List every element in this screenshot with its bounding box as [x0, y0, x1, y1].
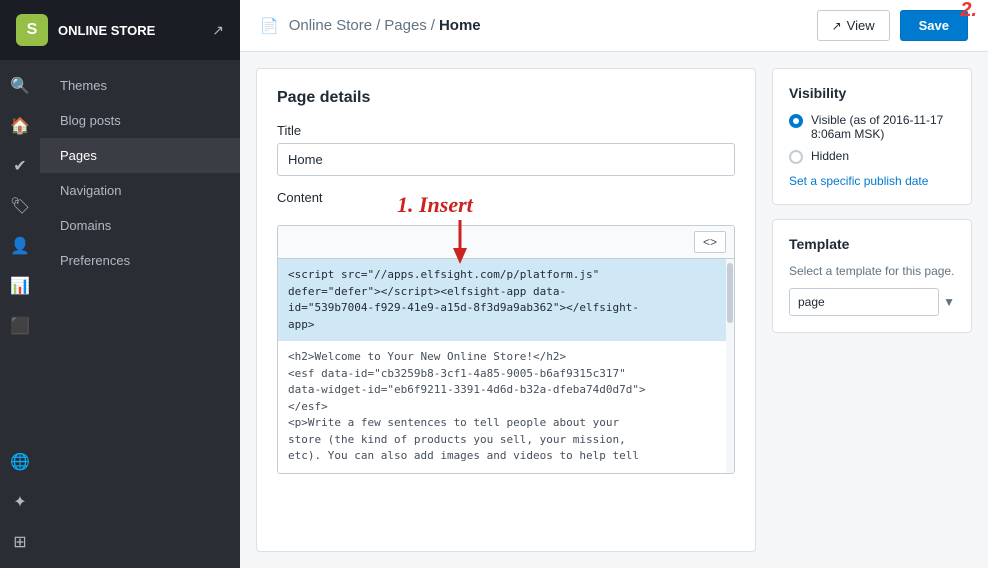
- sidebar-header[interactable]: S ONLINE STORE ↗: [0, 0, 240, 60]
- save-button[interactable]: Save 2.: [900, 10, 968, 41]
- page-details-card: Page details Title Content 1. Insert: [256, 68, 756, 552]
- template-select-wrap: page contact about ▼: [789, 288, 955, 316]
- topbar: 📄 Online Store / Pages / Home ↗ View Sav…: [240, 0, 988, 52]
- products-icon[interactable]: 🏷: [10, 188, 30, 224]
- line3: data-widget-id="eb6f9211-3391-4d6d-b32a-…: [288, 383, 646, 396]
- step-badge: 2.: [960, 0, 977, 22]
- publish-date-link[interactable]: Set a specific publish date: [789, 174, 955, 188]
- breadcrumb-current: Home: [439, 17, 481, 34]
- sidebar-item-domains[interactable]: Domains: [40, 208, 240, 243]
- sidebar-item-preferences[interactable]: Preferences: [40, 243, 240, 278]
- sidebar-item-themes[interactable]: Themes: [40, 68, 240, 103]
- editor-text-content[interactable]: <h2>Welcome to Your New Online Store!</h…: [278, 341, 734, 473]
- sidebar-item-pages[interactable]: Pages: [40, 138, 240, 173]
- content-label: Content: [277, 190, 735, 205]
- sidebar-item-navigation[interactable]: Navigation: [40, 173, 240, 208]
- title-form-group: Title: [277, 123, 735, 176]
- breadcrumb-pages[interactable]: Pages: [384, 17, 427, 34]
- view-button[interactable]: ↗ View: [817, 10, 890, 41]
- customers-icon[interactable]: 👤: [10, 228, 30, 264]
- template-title: Template: [789, 236, 955, 252]
- template-select[interactable]: page contact about: [789, 288, 939, 316]
- scrollbar-thumb: [727, 263, 733, 323]
- apps-icon[interactable]: ⊞: [13, 524, 26, 560]
- editor-scrollbar[interactable]: [726, 259, 734, 473]
- title-input[interactable]: [277, 143, 735, 176]
- hidden-radio[interactable]: [789, 150, 803, 164]
- line4: </esf>: [288, 400, 328, 413]
- external-link-icon[interactable]: ↗: [212, 22, 224, 39]
- sidebar-nav: Themes Blog posts Pages Navigation Domai…: [40, 60, 240, 568]
- line6: store (the kind of products you sell, yo…: [288, 433, 626, 446]
- content-area: Page details Title Content 1. Insert: [240, 52, 988, 568]
- breadcrumb-sep1: /: [376, 17, 380, 34]
- visibility-title: Visibility: [789, 85, 955, 101]
- line7: etc). You can also add images and videos…: [288, 449, 639, 462]
- select-arrow-icon: ▼: [943, 295, 955, 309]
- analytics-icon[interactable]: 📊: [10, 268, 30, 304]
- editor-code-area: <script src="//apps.elfsight.com/p/platf…: [278, 259, 734, 473]
- editor-toolbar: <>: [278, 226, 734, 259]
- globe-icon[interactable]: 🌐: [10, 444, 30, 480]
- left-icon-strip: 🔍 🏠 ✔ 🏷 👤 📊 ⬛ 🌐 ✦ ⊞: [0, 60, 40, 568]
- sidebar: S ONLINE STORE ↗ 🔍 🏠 ✔ 🏷 👤 📊 ⬛ 🌐 ✦ ⊞ The…: [0, 0, 240, 568]
- search-icon[interactable]: 🔍: [10, 68, 30, 104]
- visible-label: Visible (as of 2016-11-17 8:06am MSK): [811, 113, 955, 141]
- content-editor: <> <script src="//apps.elfsight.com/p/pl…: [277, 225, 735, 474]
- hidden-option[interactable]: Hidden: [789, 149, 955, 164]
- hidden-label: Hidden: [811, 149, 849, 163]
- line1: <h2>Welcome to Your New Online Store!</h…: [288, 350, 566, 363]
- orders-icon[interactable]: ✔: [13, 148, 26, 184]
- breadcrumb: 📄 Online Store / Pages / Home: [260, 17, 481, 35]
- home-icon[interactable]: 🏠: [10, 108, 30, 144]
- breadcrumb-online-store[interactable]: Online Store: [289, 17, 372, 34]
- template-card: Template Select a template for this page…: [772, 219, 972, 333]
- content-form-group: Content 1. Insert <>: [277, 190, 735, 474]
- right-panel: Visibility Visible (as of 2016-11-17 8:0…: [772, 68, 972, 552]
- view-icon: ↗: [832, 19, 842, 33]
- sidebar-item-blog-posts[interactable]: Blog posts: [40, 103, 240, 138]
- visible-option[interactable]: Visible (as of 2016-11-17 8:06am MSK): [789, 113, 955, 141]
- shopify-logo: S: [16, 14, 48, 46]
- visibility-options: Visible (as of 2016-11-17 8:06am MSK) Hi…: [789, 113, 955, 164]
- main-content: 📄 Online Store / Pages / Home ↗ View Sav…: [240, 0, 988, 568]
- line5: <p>Write a few sentences to tell people …: [288, 416, 619, 429]
- highlighted-code[interactable]: <script src="//apps.elfsight.com/p/platf…: [278, 259, 734, 341]
- marketing-icon[interactable]: ⬛: [10, 308, 30, 344]
- template-desc: Select a template for this page.: [789, 264, 955, 278]
- puzzle-icon[interactable]: ✦: [13, 484, 26, 520]
- visible-radio[interactable]: [789, 114, 803, 128]
- breadcrumb-sep2: /: [431, 17, 435, 34]
- save-label: Save: [919, 18, 949, 33]
- page-document-icon: 📄: [260, 17, 279, 35]
- visibility-card: Visibility Visible (as of 2016-11-17 8:0…: [772, 68, 972, 205]
- topbar-actions: ↗ View Save 2.: [817, 10, 968, 41]
- html-toggle-button[interactable]: <>: [694, 231, 726, 253]
- store-name: ONLINE STORE: [58, 23, 202, 38]
- card-title: Page details: [277, 89, 735, 107]
- title-label: Title: [277, 123, 735, 138]
- line2: <esf data-id="cb3259b8-3cf1-4a85-9005-b6…: [288, 367, 626, 380]
